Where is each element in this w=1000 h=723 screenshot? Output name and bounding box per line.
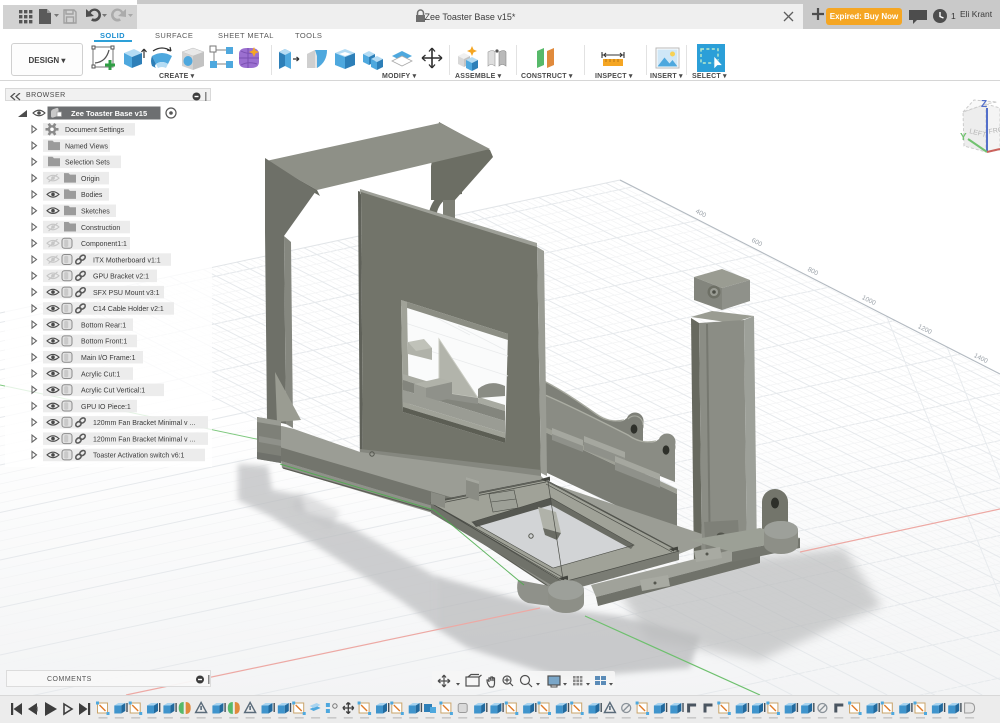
svg-text:1: 1 (951, 11, 956, 21)
svg-text:C14 Cable Holder v2:1: C14 Cable Holder v2:1 (93, 306, 164, 313)
svg-text:1000: 1000 (861, 294, 877, 307)
svg-text:Y: Y (960, 132, 967, 143)
svg-text:Selection Sets: Selection Sets (65, 160, 110, 167)
svg-text:SFX PSU Mount v3:1: SFX PSU Mount v3:1 (93, 290, 160, 297)
svg-text:Component1:1: Component1:1 (81, 241, 127, 248)
svg-text:600: 600 (750, 237, 763, 248)
svg-text:Main I/O Frame:1: Main I/O Frame:1 (81, 355, 136, 362)
svg-text:GPU IO Piece:1: GPU IO Piece:1 (81, 404, 131, 411)
svg-text:Bodies: Bodies (81, 192, 103, 199)
svg-text:Origin: Origin (81, 176, 100, 183)
svg-text:Toaster Activation switch v6:1: Toaster Activation switch v6:1 (93, 453, 185, 460)
svg-text:Sketches: Sketches (81, 209, 110, 216)
svg-text:ITX Motherboard v1:1: ITX Motherboard v1:1 (93, 257, 161, 264)
svg-text:GPU Bracket v2:1: GPU Bracket v2:1 (93, 274, 149, 281)
svg-text:Zee Toaster Base v15: Zee Toaster Base v15 (71, 109, 147, 118)
svg-text:Construction: Construction (81, 225, 120, 232)
svg-text:Acrylic Cut:1: Acrylic Cut:1 (81, 371, 120, 378)
svg-text:Bottom Rear:1: Bottom Rear:1 (81, 322, 126, 329)
svg-text:120mm Fan Bracket Minimal v ..: 120mm Fan Bracket Minimal v ... (93, 436, 195, 443)
svg-text:400: 400 (694, 208, 707, 219)
svg-text:Named Views: Named Views (65, 143, 109, 150)
svg-text:120mm Fan Bracket Minimal v ..: 120mm Fan Bracket Minimal v ... (93, 420, 195, 427)
svg-text:Acrylic Cut Vertical:1: Acrylic Cut Vertical:1 (81, 388, 145, 395)
svg-text:Document Settings: Document Settings (65, 127, 125, 134)
svg-text:Bottom Front:1: Bottom Front:1 (81, 339, 127, 346)
